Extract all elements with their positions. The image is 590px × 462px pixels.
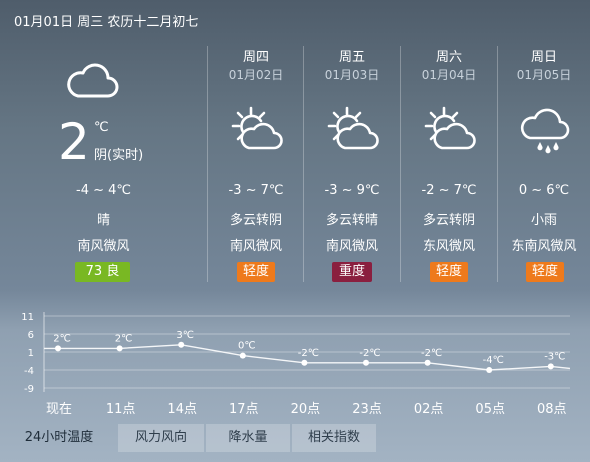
temperature-label: -2℃ — [421, 348, 442, 359]
y-tick-label: -9 — [24, 384, 34, 395]
forecast-weekday: 周六 — [435, 50, 462, 65]
today-panel: 2 ℃ 阴(实时) -4 ~ 4℃ 晴 南风微风 73 良 — [0, 38, 207, 288]
forecast-weather: 多云转阴 — [229, 213, 282, 228]
forecast-weather: 小雨 — [530, 213, 557, 228]
hourly-temperature-chart: 11 6 1 -4 -9 2℃ 2℃ 3℃ 0℃ -2℃ -2℃ -2℃ -4℃ -3℃ 现在 11点 14点 1… — [21, 312, 571, 417]
x-tick-label: 14点 — [167, 402, 197, 417]
light-rain-icon — [520, 108, 570, 154]
forecast-weekday: 周日 — [530, 50, 557, 65]
forecast-wind: 东风微风 — [422, 239, 475, 254]
date-header: 01月01日 周三 农历十二月初七 — [14, 15, 199, 30]
forecast-temp-range: -3 ~ 9℃ — [324, 183, 380, 198]
forecast-date: 01月05日 — [516, 68, 572, 82]
y-tick-label: 11 — [21, 312, 34, 323]
partly-cloudy-icon — [231, 106, 283, 150]
x-tick-label: 17点 — [229, 402, 259, 417]
aqi-badge: 轻度 — [430, 262, 468, 282]
temperature-point — [55, 345, 61, 352]
x-tick-label: 11点 — [106, 402, 136, 417]
temperature-point — [486, 367, 493, 373]
forecast-day[interactable]: 周六 01月04日 -2 ~ 7℃ 多云转阴 东风微风 轻度 — [401, 38, 497, 288]
aqi-badge: 重度 — [332, 262, 372, 282]
temperature-point — [239, 352, 246, 359]
temperature-label: 2℃ — [115, 333, 133, 344]
x-tick-label: 08点 — [537, 402, 567, 417]
aqi-badge: 轻度 — [526, 262, 564, 282]
partly-cloudy-icon — [424, 106, 476, 150]
tab-indices[interactable]: 相关指数 — [292, 424, 376, 452]
forecast-weather: 多云转晴 — [325, 213, 378, 228]
forecast-weather: 多云转阴 — [422, 213, 475, 228]
forecast-temp-range: 0 ~ 6℃ — [518, 183, 570, 198]
temperature-label: 0℃ — [238, 341, 256, 352]
forecast-weekday: 周四 — [242, 50, 269, 65]
tab-precipitation[interactable]: 降水量 — [206, 424, 290, 452]
y-tick-label: 6 — [28, 330, 34, 341]
today-weather: 晴 — [96, 213, 110, 228]
forecast-temp-range: -2 ~ 7℃ — [421, 183, 477, 198]
temperature-point — [363, 359, 369, 366]
forecast-date: 01月03日 — [324, 68, 380, 82]
forecast-day[interactable]: 周日 01月05日 0 ~ 6℃ 小雨 东南风微风 轻度 — [498, 38, 590, 288]
today-wind: 南风微风 — [77, 239, 130, 254]
forecast-wind: 东南风微风 — [511, 239, 577, 254]
temperature-label: -2℃ — [298, 348, 319, 359]
aqi-badge: 73 良 — [75, 262, 130, 282]
temperature-label: 2℃ — [53, 333, 71, 344]
forecast-day[interactable]: 周四 01月02日 -3 ~ 7℃ 多云转阴 南风微风 轻度 — [208, 38, 304, 288]
tab-24h-temperature[interactable]: 24小时温度 — [8, 424, 110, 452]
y-tick-label: -4 — [24, 366, 34, 377]
temperature-label: 3℃ — [176, 330, 194, 341]
temperature-point — [547, 363, 554, 370]
aqi-badge: 轻度 — [237, 262, 275, 282]
temperature-label: -3℃ — [544, 351, 565, 362]
forecast-date: 01月04日 — [421, 68, 477, 82]
x-tick-label: 02点 — [414, 402, 444, 417]
forecast-weekday: 周五 — [338, 50, 365, 65]
x-tick-label: 05点 — [475, 402, 505, 417]
temperature-label: -4℃ — [483, 355, 504, 366]
forecast-date: 01月02日 — [228, 68, 284, 82]
x-tick-label: 现在 — [46, 402, 72, 417]
x-tick-label: 20点 — [291, 402, 321, 417]
temperature-unit: ℃ — [94, 120, 109, 135]
x-tick-label: 23点 — [352, 402, 382, 417]
tab-wind[interactable]: 风力风向 — [118, 424, 204, 452]
cloudy-icon — [67, 63, 119, 98]
current-temperature: 2 — [58, 113, 90, 171]
temperature-point — [424, 359, 431, 366]
weather-widget: 01月01日 周三 农历十二月初七 2 ℃ 阴(实时) -4 ~ 4℃ 晴 南风… — [0, 0, 590, 462]
forecast-temp-range: -3 ~ 7℃ — [228, 183, 284, 198]
forecast-wind: 南风微风 — [325, 239, 378, 254]
forecast-day[interactable]: 周五 01月03日 -3 ~ 9℃ 多云转晴 南风微风 重度 — [304, 38, 400, 288]
current-condition: 阴(实时) — [94, 148, 144, 163]
chart-tab-bar: 24小时温度 风力风向 降水量 相关指数 — [0, 424, 590, 462]
y-tick-label: 1 — [28, 348, 34, 359]
today-temp-range: -4 ~ 4℃ — [76, 183, 131, 198]
temperature-point — [178, 341, 185, 348]
temperature-point — [301, 359, 308, 366]
temperature-label: -2℃ — [359, 348, 380, 359]
forecast-wind: 南风微风 — [229, 239, 282, 254]
partly-cloudy-icon — [327, 106, 379, 150]
temperature-point — [116, 345, 123, 352]
